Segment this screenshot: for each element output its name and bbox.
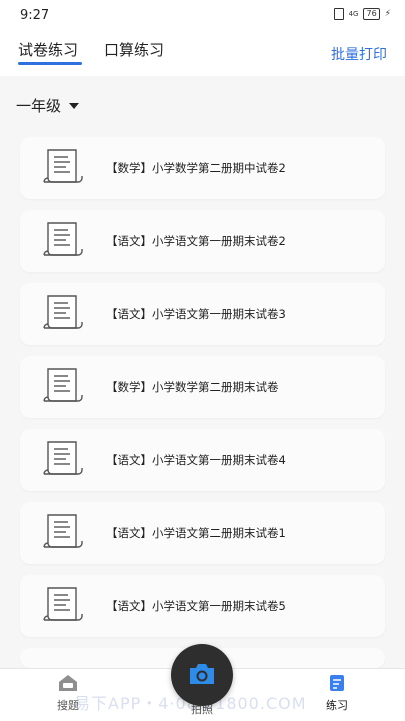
list-item[interactable]: 【语文】小学语文第一册期末试卷3 [20, 283, 385, 345]
active-tab-indicator [18, 62, 82, 65]
paper-scroll-icon [43, 222, 83, 256]
paper-scroll-icon [43, 295, 83, 329]
list-item[interactable]: 【数学】小学数学第二册期末试卷 [20, 356, 385, 418]
tab-mental-math[interactable]: 口算练习 [104, 39, 164, 60]
paper-title: 【语文】小学语文第一册期末试卷2 [106, 234, 286, 248]
nav-item-practice[interactable]: 练习 [302, 673, 372, 713]
paper-scroll-icon [43, 149, 83, 183]
paper-title: 【数学】小学数学第二册期末试卷 [106, 380, 279, 394]
caret-down-icon [69, 102, 80, 109]
grade-dropdown[interactable]: 一年级 [16, 95, 80, 116]
paper-scroll-icon [43, 514, 83, 548]
camera-button[interactable] [171, 644, 233, 706]
status-bar: 9:27 4G 76 ⚡ [0, 0, 405, 30]
network-label: 4G [348, 10, 359, 18]
grade-bar: 一年级 [0, 76, 405, 130]
paper-title: 【语文】小学语文第一册期末试卷3 [106, 307, 286, 321]
list-item[interactable]: 【语文】小学语文第一册期末试卷4 [20, 429, 385, 491]
list-item[interactable]: 【语文】小学语文第一册期末试卷2 [20, 210, 385, 272]
paper-scroll-icon [43, 441, 83, 475]
paper-title: 【数学】小学数学第二册期中试卷2 [106, 161, 286, 175]
batch-print-button[interactable]: 批量打印 [331, 44, 387, 64]
status-time: 9:27 [20, 8, 50, 23]
battery-icon: 76 [363, 8, 380, 20]
paper-scroll-icon [43, 368, 83, 402]
list-item[interactable]: 【语文】小学语文第一册期末试卷5 [20, 575, 385, 637]
paper-title: 【语文】小学语文第二册期末试卷1 [106, 526, 286, 540]
tab-paper-practice[interactable]: 试卷练习 [18, 39, 78, 60]
list-item[interactable]: 【语文】小学语文第二册期末试卷1 [20, 502, 385, 564]
paper-title: 【语文】小学语文第一册期末试卷4 [106, 453, 286, 467]
grade-selected-label: 一年级 [16, 97, 62, 115]
top-tabs: 试卷练习 口算练习 批量打印 [0, 30, 405, 76]
vibrate-icon [333, 8, 344, 20]
charging-icon: ⚡ [384, 9, 391, 19]
list-item[interactable]: 【数学】小学数学第二册期中试卷2 [20, 137, 385, 199]
paper-title: 【语文】小学语文第一册期末试卷5 [106, 599, 286, 613]
status-icons: 4G 76 ⚡ [333, 8, 391, 20]
paper-scroll-icon [43, 587, 83, 621]
practice-icon [330, 675, 344, 691]
nav-label-practice: 练习 [326, 699, 348, 712]
camera-icon [190, 664, 214, 684]
